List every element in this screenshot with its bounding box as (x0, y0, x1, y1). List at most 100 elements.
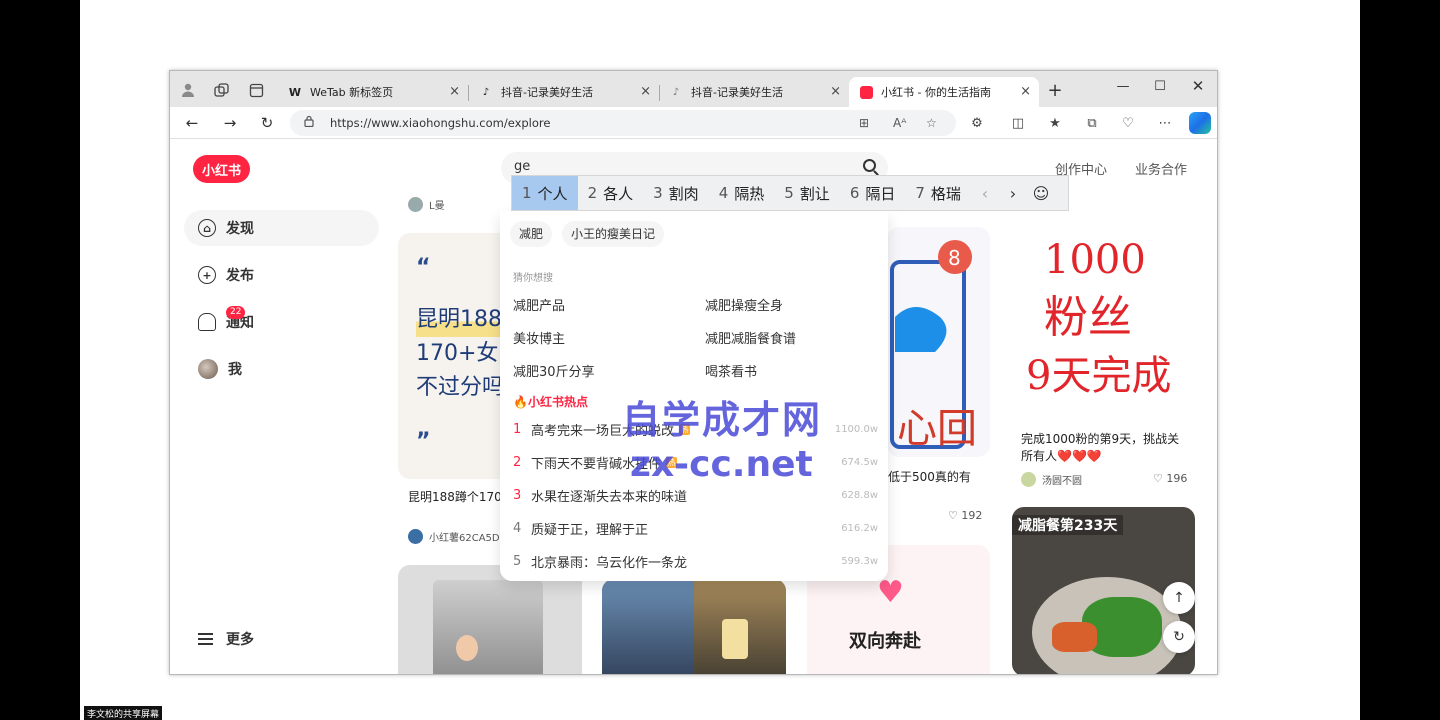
close-tab-icon[interactable]: × (449, 84, 460, 99)
history-chip[interactable]: 小王的瘦美日记 (562, 221, 665, 247)
quote-line: 昆明188 (416, 303, 505, 337)
more-menu[interactable]: 更多 (198, 629, 254, 649)
card-author[interactable]: 小红薯62CA5D... (408, 529, 509, 544)
collections-icon[interactable]: ⧉ (1082, 113, 1102, 133)
new-tab-button[interactable]: + (1045, 80, 1065, 101)
cand-num: 3 (653, 184, 663, 202)
ime-candidate[interactable]: 5 割让 (774, 176, 840, 210)
sidebar-item-publish[interactable]: + 发布 (184, 257, 379, 293)
ime-prev-icon[interactable]: ‹ (971, 184, 999, 203)
read-aloud-icon[interactable]: Aᴬ (893, 116, 906, 130)
hot-item[interactable]: 5 北京暴雨：乌云化作一条龙 599.3w (513, 545, 878, 578)
back-icon[interactable]: ← (180, 112, 204, 134)
history-chip[interactable]: 减肥 (510, 221, 553, 247)
ime-next-icon[interactable]: › (999, 184, 1027, 203)
suggestion-item[interactable]: 减肥产品 (513, 295, 565, 314)
workspaces-icon[interactable] (211, 80, 231, 100)
svg-text:8: 8 (948, 246, 961, 270)
svg-text:心回: 心回 (897, 406, 977, 452)
cand-num: 4 (718, 184, 729, 202)
profile-icon[interactable] (178, 80, 198, 100)
tab-wetab[interactable]: W WeTab 新标签页 × (278, 77, 468, 107)
xiaohongshu-icon (859, 85, 873, 99)
favorites-icon[interactable]: ★ (1045, 113, 1065, 133)
business-link[interactable]: 业务合作 (1135, 159, 1187, 178)
card-title[interactable]: 完成1000粉的第9天，挑战关所有人❤️❤️❤️ (1021, 431, 1191, 465)
ime-candidate[interactable]: 3 割肉 (643, 176, 709, 210)
tab-douyin-2[interactable]: ♪ 抖音-记录美好生活 × (659, 77, 849, 107)
card-author[interactable]: 汤圆不圆 (1021, 472, 1082, 487)
hot-text: 北京暴雨：乌云化作一条龙 (531, 556, 688, 571)
fire-icon: 🔥 (513, 395, 528, 409)
hot-item[interactable]: 3 水果在逐渐失去本来的味道 628.8w (513, 479, 878, 512)
like-count[interactable]: ♡ 196 (1153, 472, 1187, 485)
hot-rank: 3 (513, 488, 522, 503)
suggestion-item[interactable]: 减肥操瘦全身 (705, 295, 783, 314)
suggestion-item[interactable]: 减肥减脂餐食谱 (705, 328, 796, 347)
sidebar-item-notifications[interactable]: 通知 22 (184, 304, 379, 340)
close-tab-icon[interactable]: × (1020, 84, 1031, 99)
quote-line: 170+女 (416, 341, 499, 366)
refresh-feed-button[interactable]: ↻ (1163, 621, 1195, 653)
sidebar-item-discover[interactable]: ⌂ 发现 (184, 210, 379, 246)
card-title[interactable]: 低于500真的有 (888, 469, 988, 486)
app-available-icon[interactable]: ⊞ (859, 116, 869, 130)
close-window-icon[interactable]: ✕ (1183, 75, 1213, 97)
tab-title: WeTab 新标签页 (310, 86, 394, 99)
ime-candidate[interactable]: 2 各人 (578, 176, 644, 210)
hot-text: 水果在逐渐失去本来的味道 (531, 490, 688, 505)
hot-item[interactable]: 4 质疑于正，理解于正 616.2w (513, 512, 878, 545)
suggestion-item[interactable]: 喝茶看书 (705, 361, 757, 380)
site-logo[interactable]: 小红书 (193, 155, 250, 183)
back-to-top-button[interactable]: ↑ (1163, 582, 1195, 614)
vertical-tabs-icon[interactable] (246, 80, 266, 100)
cand-text: 割让 (799, 184, 830, 203)
feed-card-4[interactable]: 1000 粉丝 9天完成 (1012, 201, 1195, 426)
hot-item[interactable]: 2 下雨天不要背碱水挂件 热 674.5w (513, 446, 878, 479)
hot-count: 599.3w (841, 556, 878, 567)
forward-icon[interactable]: → (218, 112, 242, 134)
suggestion-item[interactable]: 美妆博主 (513, 328, 565, 347)
feed-card-3[interactable]: 8 心回 (887, 227, 990, 457)
tab-xiaohongshu[interactable]: 小红书 - 你的生活指南 × (849, 77, 1039, 107)
ime-candidate[interactable]: 6 隔日 (840, 176, 906, 210)
close-tab-icon[interactable]: × (830, 84, 841, 99)
ime-candidate[interactable]: 7 格瑞 (905, 176, 971, 210)
url-field[interactable]: https://www.xiaohongshu.com/explore ⊞ Aᴬ… (290, 110, 956, 136)
copilot-icon[interactable] (1189, 112, 1211, 134)
quote-close-icon: ” (416, 429, 431, 454)
favorite-star-icon[interactable]: ☆ (926, 116, 937, 130)
photo-left (602, 579, 694, 674)
ime-emoji-icon[interactable]: ☺ (1027, 184, 1055, 203)
like-count[interactable]: ♡ 192 (948, 509, 982, 522)
hot-item[interactable]: 1 高考完来一场巨大的蜕改 热 1100.0w (513, 413, 878, 446)
hot-count: 1100.0w (834, 424, 878, 435)
cand-num: 7 (915, 184, 925, 202)
sidebar-item-me[interactable]: 我 (184, 351, 379, 387)
close-tab-icon[interactable]: × (640, 84, 651, 99)
more-menu-icon[interactable]: ⋯ (1155, 113, 1175, 133)
browser-window: W WeTab 新标签页 × ♪ 抖音-记录美好生活 × ♪ 抖音-记录美好生活… (169, 70, 1218, 675)
search-icon[interactable] (863, 159, 876, 172)
feed-card-photo-2[interactable] (602, 579, 786, 674)
tab-douyin-1[interactable]: ♪ 抖音-记录美好生活 × (469, 77, 659, 107)
ime-candidate[interactable]: 4 隔热 (709, 176, 775, 210)
feed-card-photo-1[interactable] (398, 565, 582, 674)
extensions-icon[interactable]: ⚙ (967, 113, 987, 133)
minimize-icon[interactable]: — (1108, 75, 1138, 97)
wetab-icon: W (288, 85, 302, 99)
hot-text: 高考完来一场巨大的蜕改 (531, 424, 675, 439)
maximize-icon[interactable]: ☐ (1145, 75, 1175, 97)
ime-candidate[interactable]: 1 个人 (512, 176, 578, 210)
split-screen-icon[interactable]: ◫ (1008, 113, 1028, 133)
hamburger-icon (198, 633, 213, 645)
card-author-top[interactable]: L曼 (408, 197, 445, 212)
refresh-icon[interactable]: ↻ (255, 112, 279, 134)
search-query: ge (514, 159, 531, 174)
hot-text: 下雨天不要背碱水挂件 (531, 457, 662, 472)
cand-text: 割肉 (668, 184, 699, 203)
tab-bar: W WeTab 新标签页 × ♪ 抖音-记录美好生活 × ♪ 抖音-记录美好生活… (170, 71, 1217, 107)
suggestion-item[interactable]: 减肥30斤分享 (513, 361, 595, 380)
browser-essentials-icon[interactable]: ♡ (1118, 113, 1138, 133)
notification-badge: 22 (226, 306, 246, 319)
